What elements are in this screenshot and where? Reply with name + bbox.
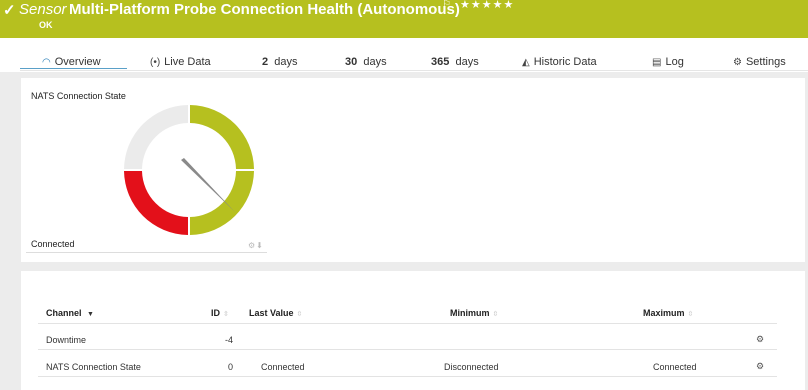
- tab-365-days-label: days: [455, 56, 479, 68]
- header-divider: [38, 323, 777, 324]
- tab-settings-label: Settings: [745, 56, 786, 68]
- column-header-maximum-label: Maximum: [643, 308, 685, 318]
- sort-desc-icon: ▼: [87, 311, 94, 318]
- gauge-segment-error: [124, 171, 188, 235]
- live-signal-icon: (•): [150, 57, 161, 68]
- tab-log[interactable]: ▤ Log: [652, 56, 684, 68]
- channel-settings-icon[interactable]: ⚙: [756, 361, 764, 372]
- sort-icon: ⇳: [492, 311, 499, 318]
- cell-minimum: Disconnected: [444, 362, 499, 372]
- flag-icon[interactable]: ⚐: [442, 0, 451, 10]
- gauge-segment-ok-upper: [190, 105, 254, 169]
- column-header-maximum[interactable]: Maximum ⇳: [643, 308, 693, 318]
- cell-id: 0: [228, 362, 234, 372]
- active-tab-indicator: [20, 68, 127, 69]
- column-header-channel-label: Channel: [46, 308, 82, 318]
- gauge-title: NATS Connection State: [31, 91, 126, 101]
- download-icon[interactable]: ⬇: [256, 241, 264, 250]
- column-header-minimum[interactable]: Minimum ⇳: [450, 308, 498, 318]
- column-header-id[interactable]: ID ⇳: [211, 308, 229, 318]
- tab-365-days[interactable]: 365 days: [431, 56, 479, 68]
- tab-log-label: Log: [665, 56, 684, 68]
- tab-30-days[interactable]: 30 days: [345, 56, 387, 68]
- gauge-icon: ◠: [42, 57, 51, 68]
- tab-settings[interactable]: ⚙ Settings: [733, 56, 786, 68]
- tab-30-days-number: 30: [345, 56, 358, 68]
- sensor-type-label: Sensor: [19, 1, 67, 18]
- column-header-id-label: ID: [211, 308, 220, 318]
- column-header-last-value[interactable]: Last Value ⇳: [249, 308, 302, 318]
- tab-live-data-label: Live Data: [164, 56, 211, 68]
- gauge-settings-icon[interactable]: ⚙: [248, 241, 256, 250]
- sensor-name[interactable]: Multi-Platform Probe Connection Health (…: [69, 1, 460, 18]
- status-text: OK: [39, 20, 53, 30]
- tab-live-data[interactable]: (•) Live Data: [150, 56, 211, 68]
- column-header-channel[interactable]: Channel ▼: [46, 308, 94, 318]
- cell-maximum: Connected: [653, 362, 697, 372]
- row-divider: [38, 349, 777, 350]
- tab-2-days-label: days: [274, 56, 298, 68]
- gauge-panel: NATS Connection State Connected ⚙⬇: [21, 78, 805, 262]
- gauge-divider: [26, 252, 267, 253]
- cell-channel[interactable]: Downtime: [46, 335, 86, 345]
- row-divider: [38, 376, 777, 377]
- cell-id: -4: [225, 335, 234, 345]
- cell-last-value: Connected: [261, 362, 305, 372]
- tab-365-days-number: 365: [431, 56, 450, 68]
- gauge-segment-ok-lower: [190, 171, 254, 235]
- cell-channel[interactable]: NATS Connection State: [46, 362, 141, 372]
- log-icon: ▤: [652, 57, 662, 68]
- gauge-value-label: Connected: [31, 239, 75, 249]
- gauge-tools[interactable]: ⚙⬇: [248, 241, 264, 250]
- check-icon: ✓: [3, 2, 16, 19]
- tab-overview[interactable]: ◠ Overview: [42, 56, 101, 68]
- tab-30-days-label: days: [363, 56, 387, 68]
- tab-2-days[interactable]: 2 days: [262, 56, 298, 68]
- channels-table: Channel ▼ ID ⇳ Last Value ⇳ Minimum ⇳ Maxim…: [21, 271, 805, 390]
- gauge-needle: [181, 158, 235, 212]
- channel-settings-icon[interactable]: ⚙: [756, 334, 764, 345]
- gauge-segment-neutral: [124, 105, 188, 169]
- sensor-header: ✓ Sensor Multi-Platform Probe Connection…: [0, 0, 808, 38]
- tab-2-days-number: 2: [262, 56, 269, 68]
- tab-divider: [20, 70, 808, 71]
- tab-historic-data-label: Historic Data: [533, 56, 597, 68]
- sort-icon: ⇳: [223, 311, 229, 318]
- sort-icon: ⇳: [296, 311, 303, 318]
- priority-stars[interactable]: ★★★★★: [460, 0, 514, 11]
- status-gauge[interactable]: [123, 104, 255, 236]
- gear-icon: ⚙: [733, 57, 742, 68]
- tab-overview-label: Overview: [54, 56, 101, 68]
- tab-historic-data[interactable]: ◭ Historic Data: [522, 56, 597, 68]
- area-chart-icon: ◭: [522, 57, 530, 68]
- column-header-last-value-label: Last Value: [249, 308, 294, 318]
- tab-bar: ◠ Overview (•) Live Data 2 days 30 days 36…: [0, 38, 808, 72]
- sort-icon: ⇳: [687, 311, 694, 318]
- column-header-minimum-label: Minimum: [450, 308, 490, 318]
